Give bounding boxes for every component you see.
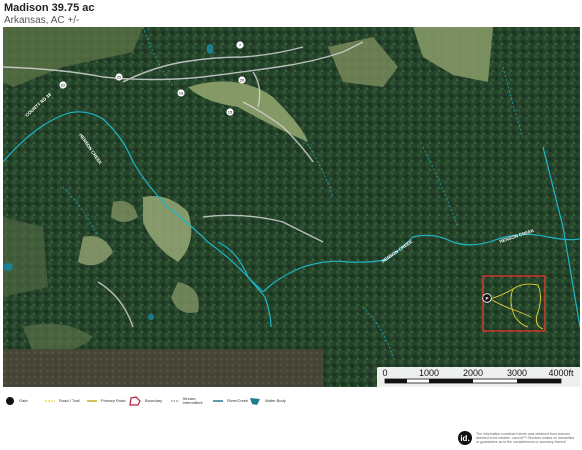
legend-label-river-creek: River/Creek [227, 398, 249, 403]
legend-item-stream-intermittent: Stream, Intermittent [171, 396, 209, 406]
trail-line-icon [45, 400, 55, 402]
legend-item-road-trail: Road / Trail [45, 396, 79, 406]
gate-marker[interactable]: P [482, 293, 492, 303]
scale-label-3000: 3000 [506, 368, 528, 378]
scale-bar: 0 1000 2000 3000 4000ft [377, 367, 580, 387]
gate-icon [6, 397, 14, 405]
forest-cover [3, 27, 580, 387]
page-subtitle: Arkansas, AC +/- [4, 15, 80, 26]
scale-label-0: 0 [382, 368, 388, 378]
disclaimer-text: The information contained herein was obt… [476, 432, 575, 444]
svg-text:22: 22 [61, 83, 66, 88]
road-marker-5: 19 [177, 89, 185, 97]
map-header: Madison 39.75 ac Arkansas, AC +/- [4, 2, 95, 27]
legend-item-water-body: Water Body [249, 396, 286, 406]
svg-text:15: 15 [228, 110, 233, 115]
scale-label-1000: 1000 [418, 368, 440, 378]
svg-text:20: 20 [240, 78, 245, 83]
road-marker-1: 7 [236, 41, 244, 49]
road-marker-4: 20 [238, 76, 246, 84]
legend-label-primary-road: Primary Road [101, 398, 126, 403]
road-marker-2: 25 [115, 73, 123, 81]
river-creek-icon [213, 400, 223, 402]
legend-item-gate: Gate [5, 396, 28, 406]
boundary-icon [129, 396, 141, 406]
legend-label-boundary: Boundary [145, 398, 163, 403]
map-legend: Gate Road / Trail Primary Road Boundary … [3, 392, 580, 410]
road-marker-3: 22 [59, 81, 67, 89]
svg-text:P: P [485, 296, 488, 301]
stream-intermittent-icon [171, 400, 179, 402]
aerial-map[interactable]: HENSON CREEK HENSON CREEK HENSON CREEK C… [3, 27, 580, 387]
primary-road-icon [87, 400, 97, 402]
page-title: Madison 39.75 ac [4, 2, 95, 14]
legend-item-boundary: Boundary [129, 396, 162, 406]
legend-label-water-body: Water Body [265, 398, 286, 403]
land-id-logo: id. [458, 431, 472, 445]
bare-ground-strip [3, 349, 323, 387]
legend-label-road-trail: Road / Trail [59, 398, 80, 403]
legend-item-primary-road: Primary Road [87, 396, 125, 406]
water-body-icon [250, 398, 260, 405]
svg-text:25: 25 [117, 75, 122, 80]
legend-label-stream-intermittent: Stream, Intermittent [182, 396, 203, 405]
aerial-map-canvas: HENSON CREEK HENSON CREEK HENSON CREEK C… [3, 27, 580, 387]
svg-text:19: 19 [179, 91, 184, 96]
legend-item-river-creek: River/Creek [213, 396, 248, 406]
scale-label-4000: 4000ft [548, 368, 574, 378]
scale-label-2000: 2000 [462, 368, 484, 378]
road-marker-6: 15 [226, 108, 234, 116]
legend-label-gate: Gate [19, 398, 28, 403]
